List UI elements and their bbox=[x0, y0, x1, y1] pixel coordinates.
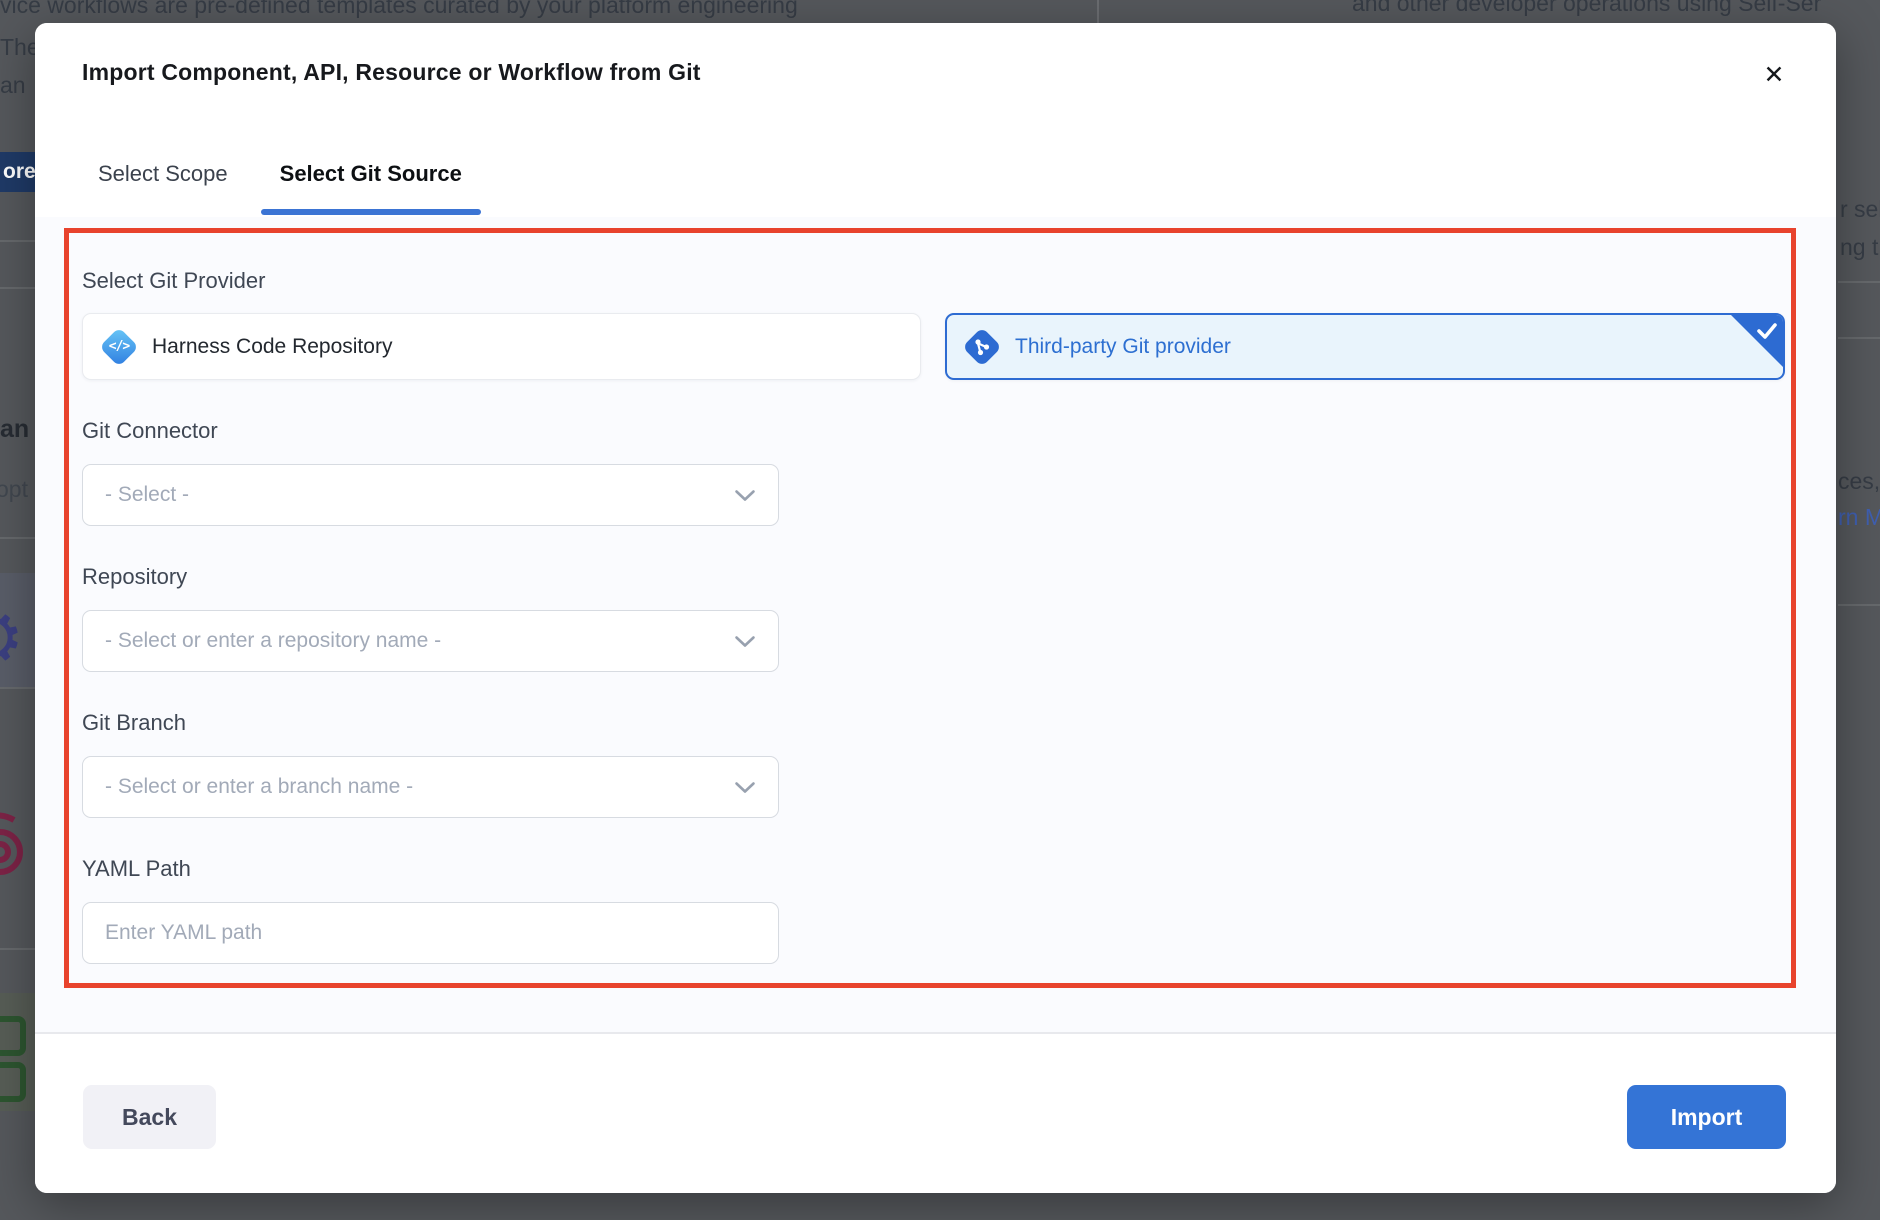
select-placeholder: - Select or enter a branch name - bbox=[105, 775, 734, 799]
git-diamond-icon bbox=[962, 327, 1002, 367]
background-divider bbox=[0, 537, 35, 539]
background-text-fragment: r sel bbox=[1840, 196, 1880, 223]
background-divider bbox=[1838, 604, 1880, 606]
tab-select-git-source[interactable]: Select Git Source bbox=[280, 161, 462, 217]
background-text-fragment: ces, bbox=[1838, 468, 1880, 495]
background-paragraph: and other developer operations using Sel… bbox=[1352, 0, 1821, 17]
background-divider bbox=[1838, 281, 1880, 283]
tab-label: Select Git Source bbox=[280, 161, 462, 186]
background-divider bbox=[0, 287, 35, 289]
background-divider bbox=[0, 687, 35, 689]
background-text-fragment: opt bbox=[0, 476, 28, 503]
git-branch-select[interactable]: - Select or enter a branch name - bbox=[82, 756, 779, 818]
background-divider bbox=[0, 240, 35, 242]
select-placeholder: - Select or enter a repository name - bbox=[105, 629, 734, 653]
import-from-git-modal: Import Component, API, Resource or Workf… bbox=[35, 23, 1836, 1193]
gear-icon: ⚙ bbox=[0, 596, 25, 680]
select-placeholder: - Select - bbox=[105, 483, 734, 507]
chevron-down-icon bbox=[734, 489, 756, 502]
provider-card-third-party[interactable]: Third-party Git provider bbox=[945, 313, 1785, 380]
chevron-down-icon bbox=[734, 635, 756, 648]
modal-title: Import Component, API, Resource or Workf… bbox=[82, 59, 701, 86]
spiral-icon bbox=[0, 812, 28, 893]
field-label: YAML Path bbox=[82, 856, 1785, 882]
import-button[interactable]: Import bbox=[1627, 1085, 1786, 1149]
tab-label: Select Scope bbox=[98, 161, 228, 186]
provider-card-harness-code[interactable]: </> Harness Code Repository bbox=[82, 313, 921, 380]
modal-header: Import Component, API, Resource or Workf… bbox=[35, 23, 1836, 217]
field-yaml-path: YAML Path bbox=[82, 856, 1785, 964]
background-text-fragment: The bbox=[0, 34, 40, 61]
background-paragraph: vice workflows are pre-defined templates… bbox=[0, 0, 798, 19]
yaml-path-input-wrap bbox=[82, 902, 779, 964]
provider-card-label: Third-party Git provider bbox=[1015, 335, 1231, 359]
field-git-branch: Git Branch - Select or enter a branch na… bbox=[82, 710, 1785, 818]
background-link-fragment: rn M bbox=[1838, 504, 1880, 531]
field-git-connector: Git Connector - Select - bbox=[82, 418, 1785, 526]
modal-tabs: Select Scope Select Git Source bbox=[98, 161, 462, 217]
code-diamond-icon: </> bbox=[99, 327, 139, 367]
field-label: Repository bbox=[82, 564, 1785, 590]
background-divider bbox=[1097, 0, 1099, 23]
highlight-annotation-box: Select Git Provider </> Harness Code Rep… bbox=[64, 228, 1796, 988]
git-provider-options: </> Harness Code Repository bbox=[82, 313, 1785, 380]
selected-check-icon bbox=[1729, 313, 1785, 369]
active-tab-indicator bbox=[261, 209, 481, 215]
stacked-squares-icon bbox=[0, 1016, 28, 1111]
background-text-fragment: an bbox=[0, 415, 29, 444]
code-glyph: </> bbox=[109, 339, 129, 354]
modal-footer: Back Import bbox=[35, 1032, 1836, 1193]
background-divider bbox=[1838, 337, 1880, 339]
provider-card-label: Harness Code Repository bbox=[152, 335, 392, 359]
field-label: Git Connector bbox=[82, 418, 1785, 444]
chevron-down-icon bbox=[734, 781, 756, 794]
tab-select-scope[interactable]: Select Scope bbox=[98, 161, 228, 217]
yaml-path-input[interactable] bbox=[105, 921, 756, 945]
background-text-fragment: an bbox=[0, 72, 26, 99]
background-text-fragment: ng t bbox=[1840, 234, 1878, 261]
close-icon[interactable]: ✕ bbox=[1756, 56, 1792, 92]
field-label: Git Branch bbox=[82, 710, 1785, 736]
back-button[interactable]: Back bbox=[83, 1085, 216, 1149]
git-connector-select[interactable]: - Select - bbox=[82, 464, 779, 526]
repository-select[interactable]: - Select or enter a repository name - bbox=[82, 610, 779, 672]
field-repository: Repository - Select or enter a repositor… bbox=[82, 564, 1785, 672]
background-divider bbox=[0, 948, 35, 950]
modal-body: Select Git Provider </> Harness Code Rep… bbox=[35, 217, 1836, 1032]
git-provider-label: Select Git Provider bbox=[82, 268, 1785, 294]
